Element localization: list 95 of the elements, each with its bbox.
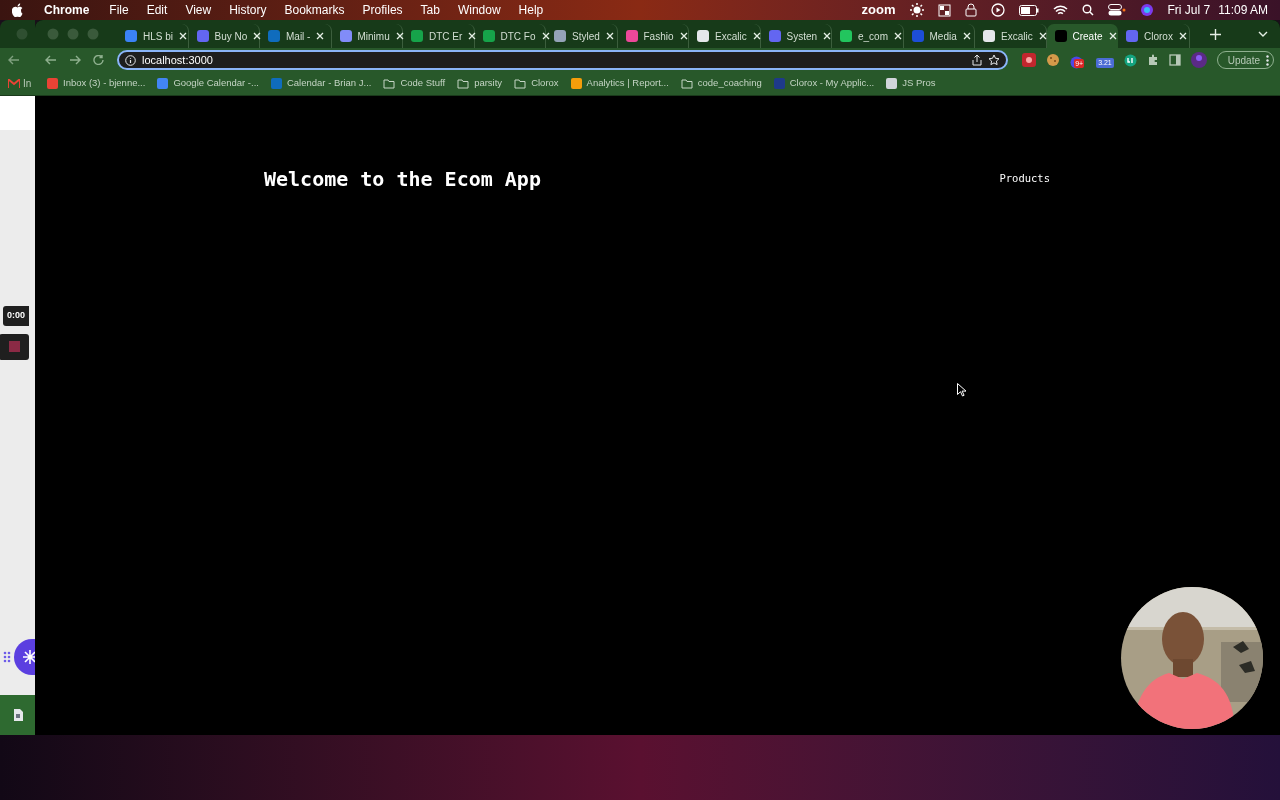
- close-icon[interactable]: [752, 32, 761, 40]
- page-header-background: [0, 96, 35, 130]
- bookmark-link[interactable]: code_coaching: [680, 76, 762, 91]
- mouse-cursor-icon: [957, 383, 967, 397]
- menu-item[interactable]: Window: [457, 1, 501, 19]
- close-icon[interactable]: [253, 32, 262, 40]
- menu-item[interactable]: View: [185, 1, 212, 19]
- close-icon[interactable]: [605, 32, 614, 40]
- menu-item[interactable]: File: [109, 1, 129, 19]
- menu-status-label[interactable]: zoom: [861, 0, 896, 20]
- search-icon[interactable]: [1081, 4, 1094, 16]
- bookmark-link[interactable]: Code Stuff: [383, 76, 446, 91]
- tab-title: Excalic: [1001, 29, 1033, 44]
- toggle-icon[interactable]: [1107, 4, 1126, 16]
- page-heading: Welcome to the Ecom App: [264, 166, 541, 193]
- bookmark-link[interactable]: Analytics | Report...: [570, 76, 669, 91]
- menu-item[interactable]: Help: [518, 1, 544, 19]
- chevron-down-icon[interactable]: [1258, 31, 1268, 37]
- extension-icon[interactable]: [1022, 53, 1037, 67]
- menu-item[interactable]: Chrome: [44, 1, 90, 19]
- puzzle-icon[interactable]: [1146, 54, 1159, 66]
- menu-item[interactable]: Profiles: [362, 1, 403, 19]
- back-icon[interactable]: [8, 55, 20, 65]
- tab-title: Styled: [572, 29, 600, 44]
- menu-item[interactable]: Bookmarks: [284, 1, 345, 19]
- bookmark-link[interactable]: JS Pros: [886, 76, 936, 91]
- tab-title: Buy No: [214, 29, 248, 44]
- stop-button[interactable]: [0, 333, 29, 360]
- tab-title: Mail -: [286, 29, 311, 44]
- info-icon[interactable]: [125, 54, 136, 66]
- tab-title: Excalic: [715, 29, 747, 44]
- tab-title: Minimu: [357, 29, 390, 44]
- menu-item[interactable]: History: [229, 1, 267, 19]
- document-icon[interactable]: [12, 709, 23, 721]
- menu-item[interactable]: Tab: [420, 1, 440, 19]
- bookmark-link[interactable]: In: [23, 76, 32, 91]
- tab-title: DTC Er: [429, 29, 463, 44]
- lock-icon[interactable]: [964, 3, 977, 17]
- recording-timer: 0:00: [3, 306, 29, 326]
- tab-title: Media: [929, 29, 957, 44]
- reload-icon[interactable]: [93, 55, 105, 65]
- url-text: localhost:3000: [142, 52, 214, 68]
- close-icon[interactable]: [894, 32, 902, 40]
- nav-link[interactable]: Products: [999, 171, 1050, 187]
- close-icon[interactable]: [316, 32, 325, 40]
- bookmark-link[interactable]: parsity: [457, 76, 503, 91]
- folder-icon: [680, 78, 693, 89]
- close-icon[interactable]: [962, 32, 971, 40]
- menu-item[interactable]: Edit: [146, 1, 168, 19]
- folder-icon: [457, 78, 470, 89]
- tab-title: Systen: [786, 29, 818, 44]
- wifi-icon[interactable]: [1052, 4, 1068, 16]
- bookmark-link[interactable]: Google Calendar -...: [157, 76, 259, 91]
- grid-icon[interactable]: [937, 3, 951, 17]
- battery-icon[interactable]: [1018, 4, 1039, 16]
- star-icon[interactable]: [988, 54, 1001, 66]
- cookie-icon[interactable]: [1046, 53, 1061, 67]
- menu-clock: 11:09 AM: [1218, 2, 1268, 19]
- play-icon[interactable]: [990, 3, 1005, 17]
- back-icon[interactable]: [45, 55, 57, 65]
- close-icon[interactable]: [1108, 32, 1117, 40]
- forward-icon[interactable]: [69, 55, 81, 65]
- address-bar[interactable]: localhost:3000: [117, 50, 1009, 70]
- share-icon[interactable]: [972, 54, 983, 66]
- more-icon[interactable]: [1266, 54, 1269, 66]
- extension-icon[interactable]: [1123, 53, 1137, 67]
- drag-handle-icon[interactable]: [3, 651, 11, 663]
- folder-icon: [514, 78, 527, 89]
- bookmark-link[interactable]: Calendar - Brian J...: [270, 76, 372, 91]
- side-panel-icon[interactable]: [1168, 54, 1181, 66]
- bookmark-link[interactable]: Clorox - My Applic...: [773, 76, 875, 91]
- tab-title: Fashio: [643, 29, 674, 44]
- tab-title: e_com: [858, 29, 888, 44]
- tab-title: Clorox: [1144, 29, 1173, 44]
- close-icon[interactable]: [1038, 32, 1047, 40]
- tab-title: DTC Fo: [500, 29, 536, 44]
- close-icon[interactable]: [468, 32, 477, 40]
- close-icon[interactable]: [1178, 32, 1187, 40]
- avatar-icon[interactable]: [1190, 52, 1207, 68]
- bookmark-link[interactable]: Clorox: [514, 76, 559, 91]
- menu-date: Fri Jul 7: [1167, 2, 1211, 19]
- assistant-icon[interactable]: [1139, 3, 1154, 17]
- browser-tab[interactable]: Create: [1046, 24, 1118, 48]
- bookmark-link[interactable]: Inbox (3) - bjenne...: [47, 76, 146, 91]
- apple-icon[interactable]: [12, 3, 24, 17]
- sun-icon[interactable]: [909, 3, 924, 17]
- tab-title: Create: [1072, 29, 1103, 44]
- close-icon[interactable]: [395, 32, 404, 40]
- close-icon[interactable]: [179, 32, 187, 40]
- close-icon[interactable]: [679, 32, 688, 40]
- new-tab-icon[interactable]: [1209, 28, 1221, 40]
- folder-icon: [383, 78, 396, 89]
- close-icon[interactable]: [541, 32, 550, 40]
- close-icon[interactable]: [823, 32, 832, 40]
- tab-title: HLS bi: [143, 29, 173, 44]
